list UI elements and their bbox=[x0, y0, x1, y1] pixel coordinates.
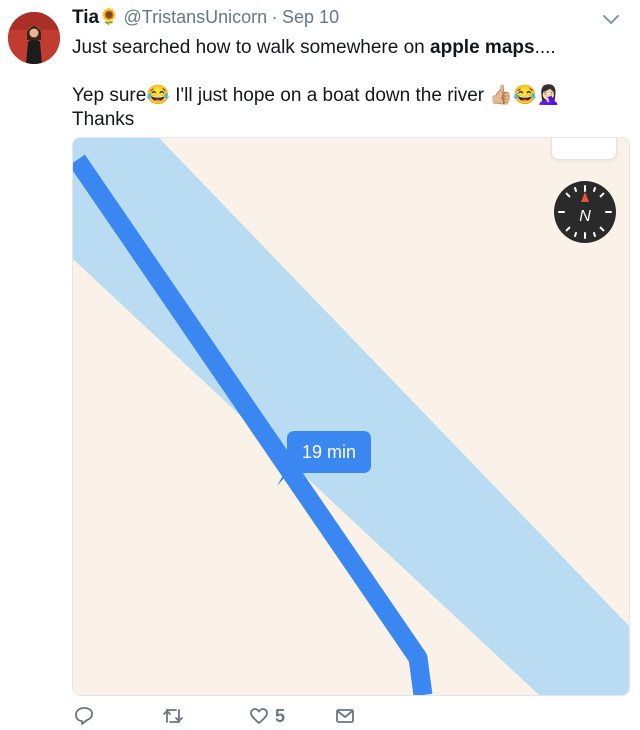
compass-letter: N bbox=[579, 208, 591, 225]
compass-icon[interactable]: N bbox=[553, 180, 617, 244]
heart-icon bbox=[250, 708, 268, 724]
sunflower-emoji: 🌻 bbox=[99, 9, 120, 26]
tweet-line-1-bold: apple maps bbox=[430, 37, 535, 58]
reaction-emojis: 👍🏼😂🤦🏻‍♀️ bbox=[489, 85, 561, 106]
avatar[interactable] bbox=[8, 12, 60, 64]
retweet-button[interactable] bbox=[162, 703, 184, 729]
display-name[interactable]: Tia bbox=[72, 7, 99, 28]
separator: · bbox=[271, 7, 278, 27]
map-canvas bbox=[73, 138, 629, 695]
tweet-line-3: Thanks bbox=[72, 109, 135, 130]
envelope-icon bbox=[336, 709, 354, 723]
tweet-date[interactable]: Sep 10 bbox=[282, 7, 339, 27]
reply-icon bbox=[75, 707, 93, 725]
tweet: Tia🌻 @TristansUnicorn · Sep 10 Just sear… bbox=[0, 0, 640, 730]
retweet-icon bbox=[163, 709, 183, 723]
like-count: 5 bbox=[275, 705, 286, 726]
tweet-line-1-text: Just searched how to walk somewhere on bbox=[72, 37, 431, 58]
user-handle[interactable]: @TristansUnicorn bbox=[123, 7, 267, 27]
chevron-down-icon[interactable] bbox=[602, 12, 620, 26]
map-control-button[interactable] bbox=[551, 138, 617, 160]
tweet-text: Just searched how to walk somewhere on a… bbox=[72, 36, 622, 132]
tweet-line-1: Just searched how to walk somewhere on a… bbox=[72, 36, 622, 60]
tweet-line-2-b: I'll just hope on a boat down the river bbox=[169, 85, 490, 106]
like-button[interactable]: 5 bbox=[249, 703, 285, 729]
laughing-emoji: 😂 bbox=[146, 85, 170, 106]
eta-label[interactable]: 19 min bbox=[287, 431, 371, 473]
tweet-actions: 5 bbox=[72, 703, 632, 729]
map-image[interactable]: N 19 min bbox=[72, 137, 630, 696]
tweet-line-2: Yep sure😂 I'll just hope on a boat down … bbox=[72, 84, 622, 108]
tweet-header: Tia🌻 @TristansUnicorn · Sep 10 bbox=[72, 7, 339, 31]
reply-button[interactable] bbox=[74, 703, 94, 729]
message-button[interactable] bbox=[335, 703, 355, 729]
tweet-line-1-suffix: .... bbox=[534, 37, 556, 58]
tweet-line-2-a: Yep sure bbox=[72, 85, 147, 106]
